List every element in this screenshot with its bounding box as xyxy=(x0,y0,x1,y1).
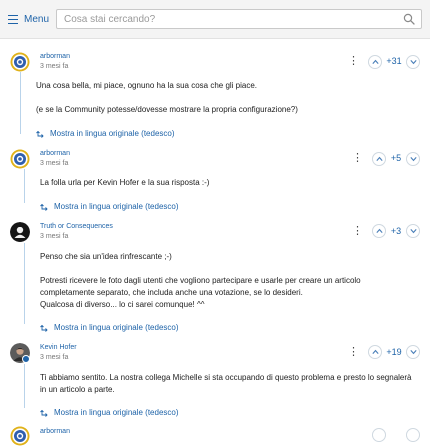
more-options-icon[interactable]: ⋮ xyxy=(352,226,363,237)
downvote-button[interactable] xyxy=(406,55,420,69)
show-original-link[interactable]: Mostra in lingua originale (tedesco) xyxy=(40,202,179,211)
translate-icon xyxy=(40,324,48,332)
show-original-link[interactable]: Mostra in lingua originale (tedesco) xyxy=(40,323,179,332)
vote-score: +19 xyxy=(386,347,402,357)
more-options-icon[interactable]: ⋮ xyxy=(352,153,363,164)
comment-author[interactable]: arborman xyxy=(40,428,70,435)
chevron-down-icon xyxy=(410,229,417,234)
upvote-button[interactable] xyxy=(372,152,386,166)
comment-author[interactable]: Kevin Hofer xyxy=(40,344,77,351)
comment-author[interactable]: Truth or Consequences xyxy=(40,223,113,230)
comment-text: Potresti ricevere le foto dagli utenti c… xyxy=(40,276,361,285)
comment-text: Ti abbiamo sentito. La nostra collega Mi… xyxy=(40,373,412,382)
show-original-label: Mostra in lingua originale (tedesco) xyxy=(54,408,179,417)
search-box[interactable] xyxy=(56,9,422,29)
downvote-button[interactable] xyxy=(406,428,420,442)
comment-date: 3 mesi fa xyxy=(40,354,69,361)
top-bar: Menu xyxy=(0,0,430,39)
comment-text: in un articolo a parte. xyxy=(40,385,115,394)
avatar xyxy=(10,426,30,446)
thread-line xyxy=(24,243,25,324)
hamburger-icon xyxy=(8,14,18,24)
chevron-up-icon xyxy=(372,59,379,64)
search-icon[interactable] xyxy=(403,13,415,25)
comment-text: La folla urla per Kevin Hofer e la sua r… xyxy=(40,178,210,187)
upvote-button[interactable] xyxy=(368,345,382,359)
show-original-link[interactable]: Mostra in lingua originale (tedesco) xyxy=(40,408,179,417)
comment-text: Qualcosa di diverso... lo ci sarei comun… xyxy=(40,300,205,309)
menu-button[interactable]: Menu xyxy=(8,12,49,26)
translate-icon xyxy=(36,130,44,138)
chevron-up-icon xyxy=(376,156,383,161)
downvote-button[interactable] xyxy=(406,152,420,166)
upvote-button[interactable] xyxy=(368,55,382,69)
comment-date: 3 mesi fa xyxy=(40,233,69,240)
chevron-down-icon xyxy=(410,350,417,355)
menu-label: Menu xyxy=(24,13,50,25)
avatar xyxy=(10,222,30,242)
vote-score: +31 xyxy=(386,56,402,66)
vote-score: +3 xyxy=(390,226,402,236)
thread-line xyxy=(24,169,25,203)
chevron-up-icon xyxy=(376,228,383,233)
more-options-icon[interactable]: ⋮ xyxy=(348,56,359,67)
chevron-down-icon xyxy=(410,157,417,162)
comment-text: Una cosa bella, mi piace, ognuno ha la s… xyxy=(36,81,258,90)
downvote-button[interactable] xyxy=(406,345,420,359)
vote-score: +5 xyxy=(390,153,402,163)
upvote-button[interactable] xyxy=(372,428,386,442)
comment-author[interactable]: arborman xyxy=(40,53,70,60)
comment-text: (e se la Community potesse/dovesse mostr… xyxy=(36,105,298,114)
chevron-down-icon xyxy=(410,60,417,65)
show-original-link[interactable]: Mostra in lingua originale (tedesco) xyxy=(36,129,175,138)
downvote-button[interactable] xyxy=(406,224,420,238)
translate-icon xyxy=(40,203,48,211)
chevron-up-icon xyxy=(372,349,379,354)
verified-badge xyxy=(22,355,30,363)
more-options-icon[interactable]: ⋮ xyxy=(348,347,359,358)
comment-date: 3 mesi fa xyxy=(40,160,69,167)
comment-text: completamente separato, che includa anch… xyxy=(40,288,303,297)
thread-line xyxy=(24,364,25,408)
avatar xyxy=(10,52,30,72)
avatar xyxy=(10,149,30,169)
comment-date: 3 mesi fa xyxy=(40,63,69,70)
upvote-button[interactable] xyxy=(372,224,386,238)
thread-line xyxy=(20,72,21,134)
comment-author[interactable]: arborman xyxy=(40,150,70,157)
show-original-label: Mostra in lingua originale (tedesco) xyxy=(54,202,179,211)
search-input[interactable] xyxy=(64,13,394,25)
comment-text: Penso che sia un'idea rinfrescante ;-) xyxy=(40,252,172,261)
show-original-label: Mostra in lingua originale (tedesco) xyxy=(50,129,175,138)
show-original-label: Mostra in lingua originale (tedesco) xyxy=(54,323,179,332)
translate-icon xyxy=(40,409,48,417)
